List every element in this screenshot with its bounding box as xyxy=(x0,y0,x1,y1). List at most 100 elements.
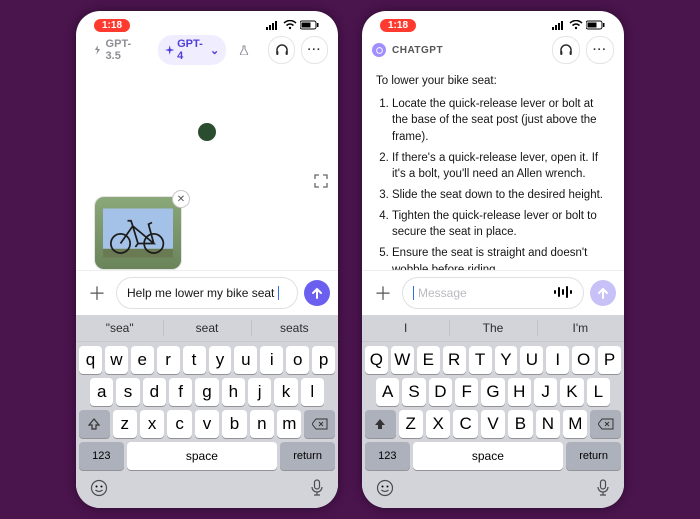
key[interactable]: B xyxy=(508,410,532,438)
key[interactable]: G xyxy=(481,378,504,406)
key[interactable]: s xyxy=(116,378,139,406)
key[interactable]: U xyxy=(520,346,543,374)
key[interactable]: D xyxy=(429,378,452,406)
key[interactable]: K xyxy=(560,378,583,406)
backspace-key[interactable] xyxy=(590,410,621,438)
message-input[interactable]: Message xyxy=(402,277,584,309)
key[interactable]: I xyxy=(546,346,569,374)
key[interactable]: l xyxy=(301,378,324,406)
key[interactable]: O xyxy=(572,346,595,374)
emoji-key[interactable] xyxy=(90,479,108,502)
key[interactable]: P xyxy=(598,346,621,374)
key[interactable]: J xyxy=(534,378,557,406)
key[interactable]: h xyxy=(222,378,245,406)
chevron-down-icon: ⌄ xyxy=(210,44,219,57)
attach-button[interactable]: ＋ xyxy=(84,280,110,306)
numbers-key[interactable]: 123 xyxy=(365,442,410,470)
numbers-key[interactable]: 123 xyxy=(79,442,124,470)
key[interactable]: i xyxy=(260,346,283,374)
key[interactable]: n xyxy=(250,410,274,438)
model-label: GPT-3.5 xyxy=(106,38,145,62)
backspace-key[interactable] xyxy=(304,410,335,438)
key[interactable]: y xyxy=(209,346,232,374)
model-chip-gpt35[interactable]: GPT-3.5 xyxy=(86,35,152,65)
suggestion[interactable]: I'm xyxy=(537,315,624,341)
status-icons xyxy=(552,20,606,30)
key[interactable]: w xyxy=(105,346,128,374)
key[interactable]: a xyxy=(90,378,113,406)
key[interactable]: v xyxy=(195,410,219,438)
headphones-button[interactable] xyxy=(268,36,295,64)
key[interactable]: d xyxy=(143,378,166,406)
suggestion[interactable]: seat xyxy=(163,315,250,341)
keyboard: I The I'm QWERTYUIOP ASDFGHJKL ZXCVBNM 1… xyxy=(362,315,624,508)
key[interactable]: L xyxy=(587,378,610,406)
headphones-button[interactable] xyxy=(552,36,580,64)
key[interactable]: b xyxy=(222,410,246,438)
assistant-label: CHATGPT xyxy=(392,45,443,56)
return-key[interactable]: return xyxy=(280,442,335,470)
send-button[interactable] xyxy=(304,280,330,306)
dictate-key[interactable] xyxy=(310,479,324,502)
key[interactable]: u xyxy=(234,346,257,374)
key[interactable]: Z xyxy=(399,410,423,438)
model-chip-beta[interactable] xyxy=(232,42,256,58)
key[interactable]: X xyxy=(426,410,450,438)
space-key[interactable]: space xyxy=(413,442,564,470)
shift-key[interactable] xyxy=(365,410,396,438)
mic-icon xyxy=(596,479,610,497)
key[interactable]: E xyxy=(417,346,440,374)
expand-icon[interactable] xyxy=(314,174,328,193)
key[interactable]: M xyxy=(563,410,587,438)
key[interactable]: Y xyxy=(495,346,518,374)
key[interactable]: e xyxy=(131,346,154,374)
arrow-up-icon xyxy=(596,286,610,300)
key[interactable]: g xyxy=(195,378,218,406)
suggestion[interactable]: seats xyxy=(251,315,338,341)
key[interactable]: m xyxy=(277,410,301,438)
key[interactable]: F xyxy=(455,378,478,406)
more-button[interactable]: ··· xyxy=(586,36,614,64)
key[interactable]: C xyxy=(453,410,477,438)
key[interactable]: Q xyxy=(365,346,388,374)
model-header: GPT-3.5 GPT-4 ⌄ ··· xyxy=(76,35,338,65)
shift-key[interactable] xyxy=(79,410,110,438)
list-item: Tighten the quick-release lever or bolt … xyxy=(392,208,610,241)
dictate-key[interactable] xyxy=(596,479,610,502)
key[interactable]: c xyxy=(167,410,191,438)
key[interactable]: W xyxy=(391,346,414,374)
key[interactable]: H xyxy=(508,378,531,406)
model-chip-gpt4[interactable]: GPT-4 ⌄ xyxy=(158,35,227,65)
key[interactable]: A xyxy=(376,378,399,406)
image-attachment[interactable]: ✕ xyxy=(94,196,184,270)
space-key[interactable]: space xyxy=(127,442,278,470)
wifi-icon xyxy=(569,20,583,30)
key[interactable]: x xyxy=(140,410,164,438)
text-caret xyxy=(278,286,279,300)
message-input[interactable]: Help me lower my bike seat xyxy=(116,277,298,309)
key[interactable]: o xyxy=(286,346,309,374)
suggestion[interactable]: I xyxy=(362,315,449,341)
key[interactable]: r xyxy=(157,346,180,374)
return-key[interactable]: return xyxy=(566,442,621,470)
attach-button[interactable]: ＋ xyxy=(370,280,396,306)
key[interactable]: k xyxy=(274,378,297,406)
key[interactable]: T xyxy=(469,346,492,374)
key[interactable]: N xyxy=(536,410,560,438)
key[interactable]: f xyxy=(169,378,192,406)
more-button[interactable]: ··· xyxy=(301,36,328,64)
emoji-key[interactable] xyxy=(376,479,394,502)
voice-input-button[interactable] xyxy=(553,285,573,302)
key[interactable]: p xyxy=(312,346,335,374)
key[interactable]: z xyxy=(113,410,137,438)
key[interactable]: R xyxy=(443,346,466,374)
send-button[interactable] xyxy=(590,280,616,306)
suggestion[interactable]: The xyxy=(449,315,536,341)
key[interactable]: j xyxy=(248,378,271,406)
suggestion[interactable]: "sea" xyxy=(76,315,163,341)
key[interactable]: S xyxy=(402,378,425,406)
key[interactable]: V xyxy=(481,410,505,438)
key[interactable]: t xyxy=(183,346,206,374)
remove-attachment-button[interactable]: ✕ xyxy=(172,190,190,208)
key[interactable]: q xyxy=(79,346,102,374)
